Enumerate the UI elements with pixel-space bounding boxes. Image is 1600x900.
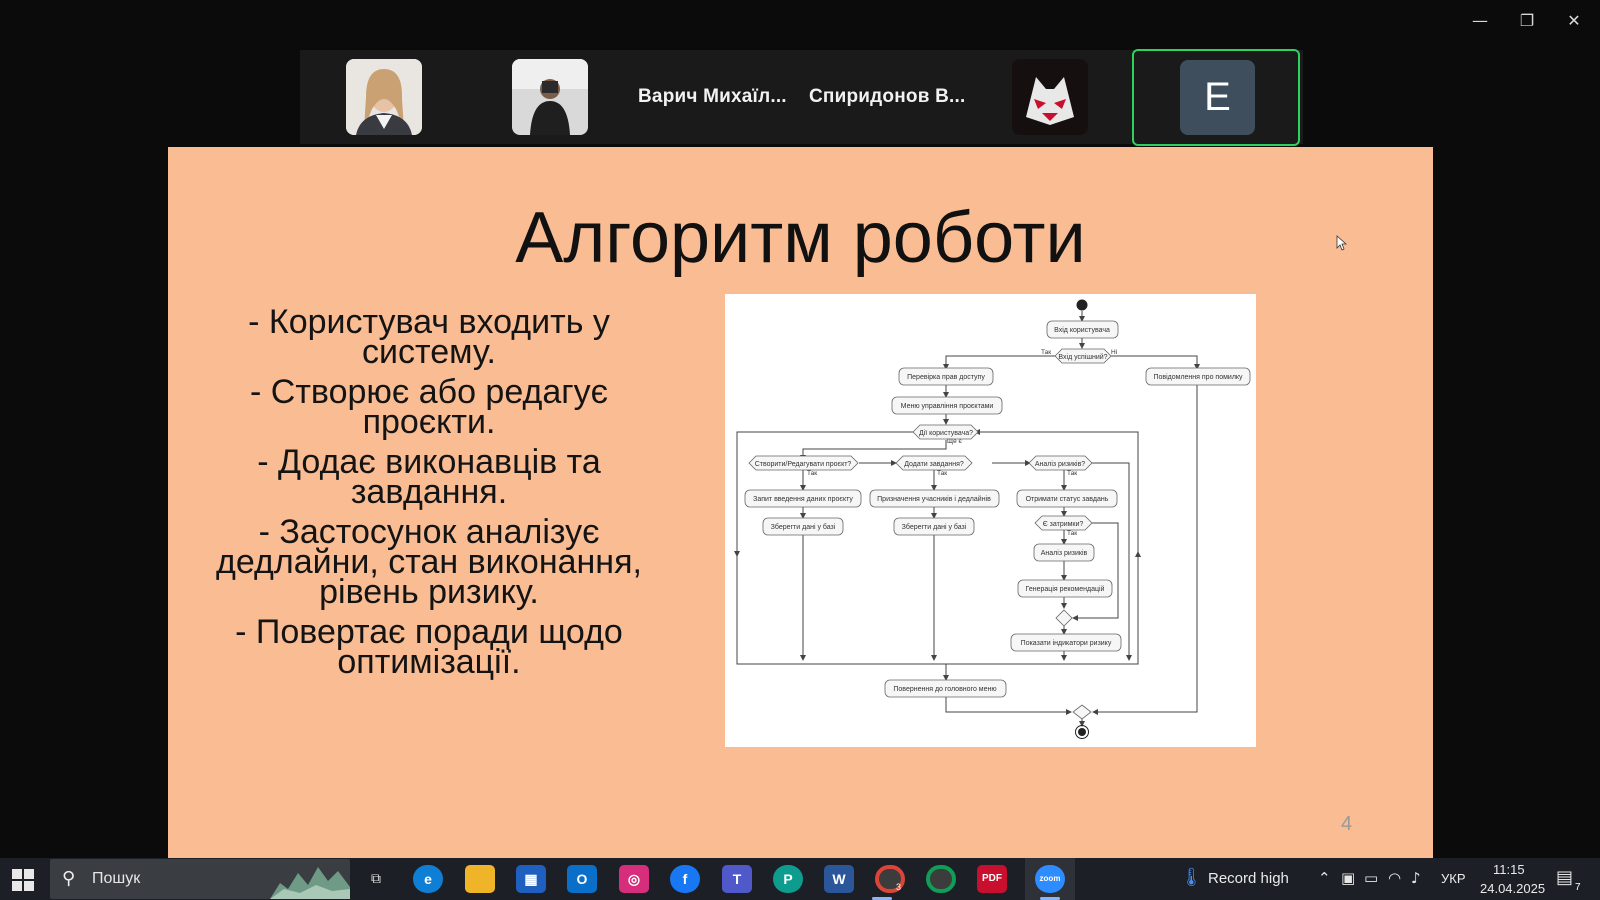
participant-name-2[interactable]: Спиридонов В...: [809, 50, 965, 144]
diagram-label: Створити/Редагувати проєкт?: [755, 461, 852, 468]
diagram-label: Меню управління проєктами: [901, 402, 994, 410]
word-icon[interactable]: W: [824, 865, 854, 893]
minimize-button[interactable]: —: [1465, 8, 1495, 34]
pdf-app-icon[interactable]: PDF: [977, 865, 1007, 893]
file-explorer-icon[interactable]: [465, 865, 495, 893]
instagram-icon[interactable]: ◎: [619, 865, 649, 893]
diagram-label: Повернення до головного меню: [893, 686, 996, 693]
close-button[interactable]: ✕: [1559, 8, 1589, 34]
diagram-label: Так: [1067, 530, 1077, 537]
diagram-label: Є затримки?: [1043, 521, 1084, 528]
weather-text[interactable]: Record high: [1208, 870, 1289, 887]
diagram-label: Дії користувача?: [919, 429, 973, 437]
thermometer-icon[interactable]: 🌡: [1180, 867, 1203, 888]
diagram-label: Аналіз ризиків: [1041, 549, 1088, 557]
windows-taskbar: ⚲ Пошук ⧉ e ▦ O ◎ f T P W PDF zoom 3 🌡 R…: [0, 858, 1600, 900]
activity-diagram: Вхід користувача Вхід успішний? Перевірк…: [725, 294, 1256, 747]
bullet-list: - Користувач входить у систему. - Створю…: [184, 303, 674, 687]
participant-name-1[interactable]: Варич Михаїл...: [638, 50, 787, 144]
participant-tile-active[interactable]: E: [1132, 49, 1300, 146]
chrome-badge: 3: [896, 882, 902, 892]
diagram-label: Призначення учасників і дедлайнів: [877, 495, 991, 503]
participant-video-2[interactable]: [512, 59, 588, 135]
zoom-window: — ❐ ✕ Варич Михаїл... Спиридонов В... E …: [0, 0, 1600, 900]
diagram-label: Генерація рекомендацій: [1026, 585, 1105, 593]
notifications-icon[interactable]: ▤: [1556, 867, 1573, 888]
chrome-profile-icon[interactable]: [926, 865, 956, 893]
clock-date[interactable]: 24.04.2025: [1480, 881, 1545, 896]
taskbar-search-box[interactable]: ⚲ Пошук: [50, 859, 350, 899]
diagram-label: Вхід користувача: [1054, 326, 1110, 334]
diagram-label: Так: [937, 470, 947, 477]
search-placeholder: Пошук: [92, 870, 141, 887]
diagram-label: Показати індикатори ризику: [1021, 639, 1112, 647]
task-view-icon[interactable]: ⧉: [361, 865, 391, 893]
diagram-label: Додати завдання?: [904, 461, 964, 468]
outlook-icon[interactable]: O: [567, 865, 597, 893]
search-highlight-art-icon: [270, 867, 350, 899]
p-app-icon[interactable]: P: [773, 865, 803, 893]
notifications-count: 7: [1575, 882, 1581, 893]
bullet-item: - Застосунок аналізує дедлайни, стан вик…: [216, 513, 642, 611]
wolf-logo-avatar[interactable]: [1012, 59, 1088, 135]
search-icon: ⚲: [62, 868, 76, 889]
shared-slide: Алгоритм роботи - Користувач входить у с…: [168, 147, 1433, 858]
diagram-label: Так: [1067, 470, 1077, 477]
diagram-label: Так: [807, 470, 817, 477]
clock-time[interactable]: 11:15: [1493, 862, 1525, 877]
volume-icon[interactable]: ♪: [1411, 869, 1421, 887]
diagram-label: Аналіз ризиків?: [1035, 460, 1085, 468]
diagram-label: Перевірка прав доступу: [907, 373, 985, 381]
facebook-icon[interactable]: f: [670, 865, 700, 893]
diagram-label: Вхід успішний?: [1058, 353, 1107, 361]
diagram-label: Ні: [1111, 348, 1117, 356]
slide-page-number: 4: [1341, 813, 1353, 835]
participant-avatar-initial: E: [1180, 60, 1255, 135]
battery-icon[interactable]: ▭: [1364, 869, 1378, 887]
bullet-item: - Додає виконавців та завдання.: [257, 443, 601, 511]
network-icon[interactable]: ▣: [1341, 869, 1355, 887]
microsoft-store-icon[interactable]: ▦: [516, 865, 546, 893]
edge-icon[interactable]: e: [413, 865, 443, 893]
diagram-label: Повідомлення про помилку: [1153, 373, 1243, 381]
diagram-label: Отримати статус завдань: [1026, 496, 1109, 503]
diagram-label: Запит введення даних проєкту: [753, 496, 853, 503]
teams-icon[interactable]: T: [722, 865, 752, 893]
diagram-label: Ще є: [947, 438, 963, 445]
zoom-icon[interactable]: zoom: [1035, 865, 1065, 893]
mouse-cursor-icon: [1336, 235, 1348, 254]
chevron-up-icon[interactable]: ⌃: [1318, 869, 1331, 887]
bullet-item: - Створює або редагує проєкти.: [250, 373, 608, 441]
windows-start-icon[interactable]: [12, 869, 34, 891]
wifi-icon[interactable]: ◠: [1388, 869, 1401, 887]
bullet-item: - Користувач входить у систему.: [248, 303, 610, 371]
diagram-label: Зберегти дані у базі: [771, 523, 836, 531]
bullet-item: - Повертає поради щодо оптимізації.: [235, 613, 623, 681]
language-indicator[interactable]: УКР: [1441, 871, 1466, 886]
diagram-label: Так: [1041, 349, 1051, 356]
slide-title: Алгоритм роботи: [515, 198, 1086, 278]
start-node: [1076, 299, 1088, 311]
participant-video-1[interactable]: [346, 59, 422, 135]
diagram-label: Зберегти дані у базі: [902, 523, 967, 531]
restore-button[interactable]: ❐: [1512, 8, 1542, 34]
